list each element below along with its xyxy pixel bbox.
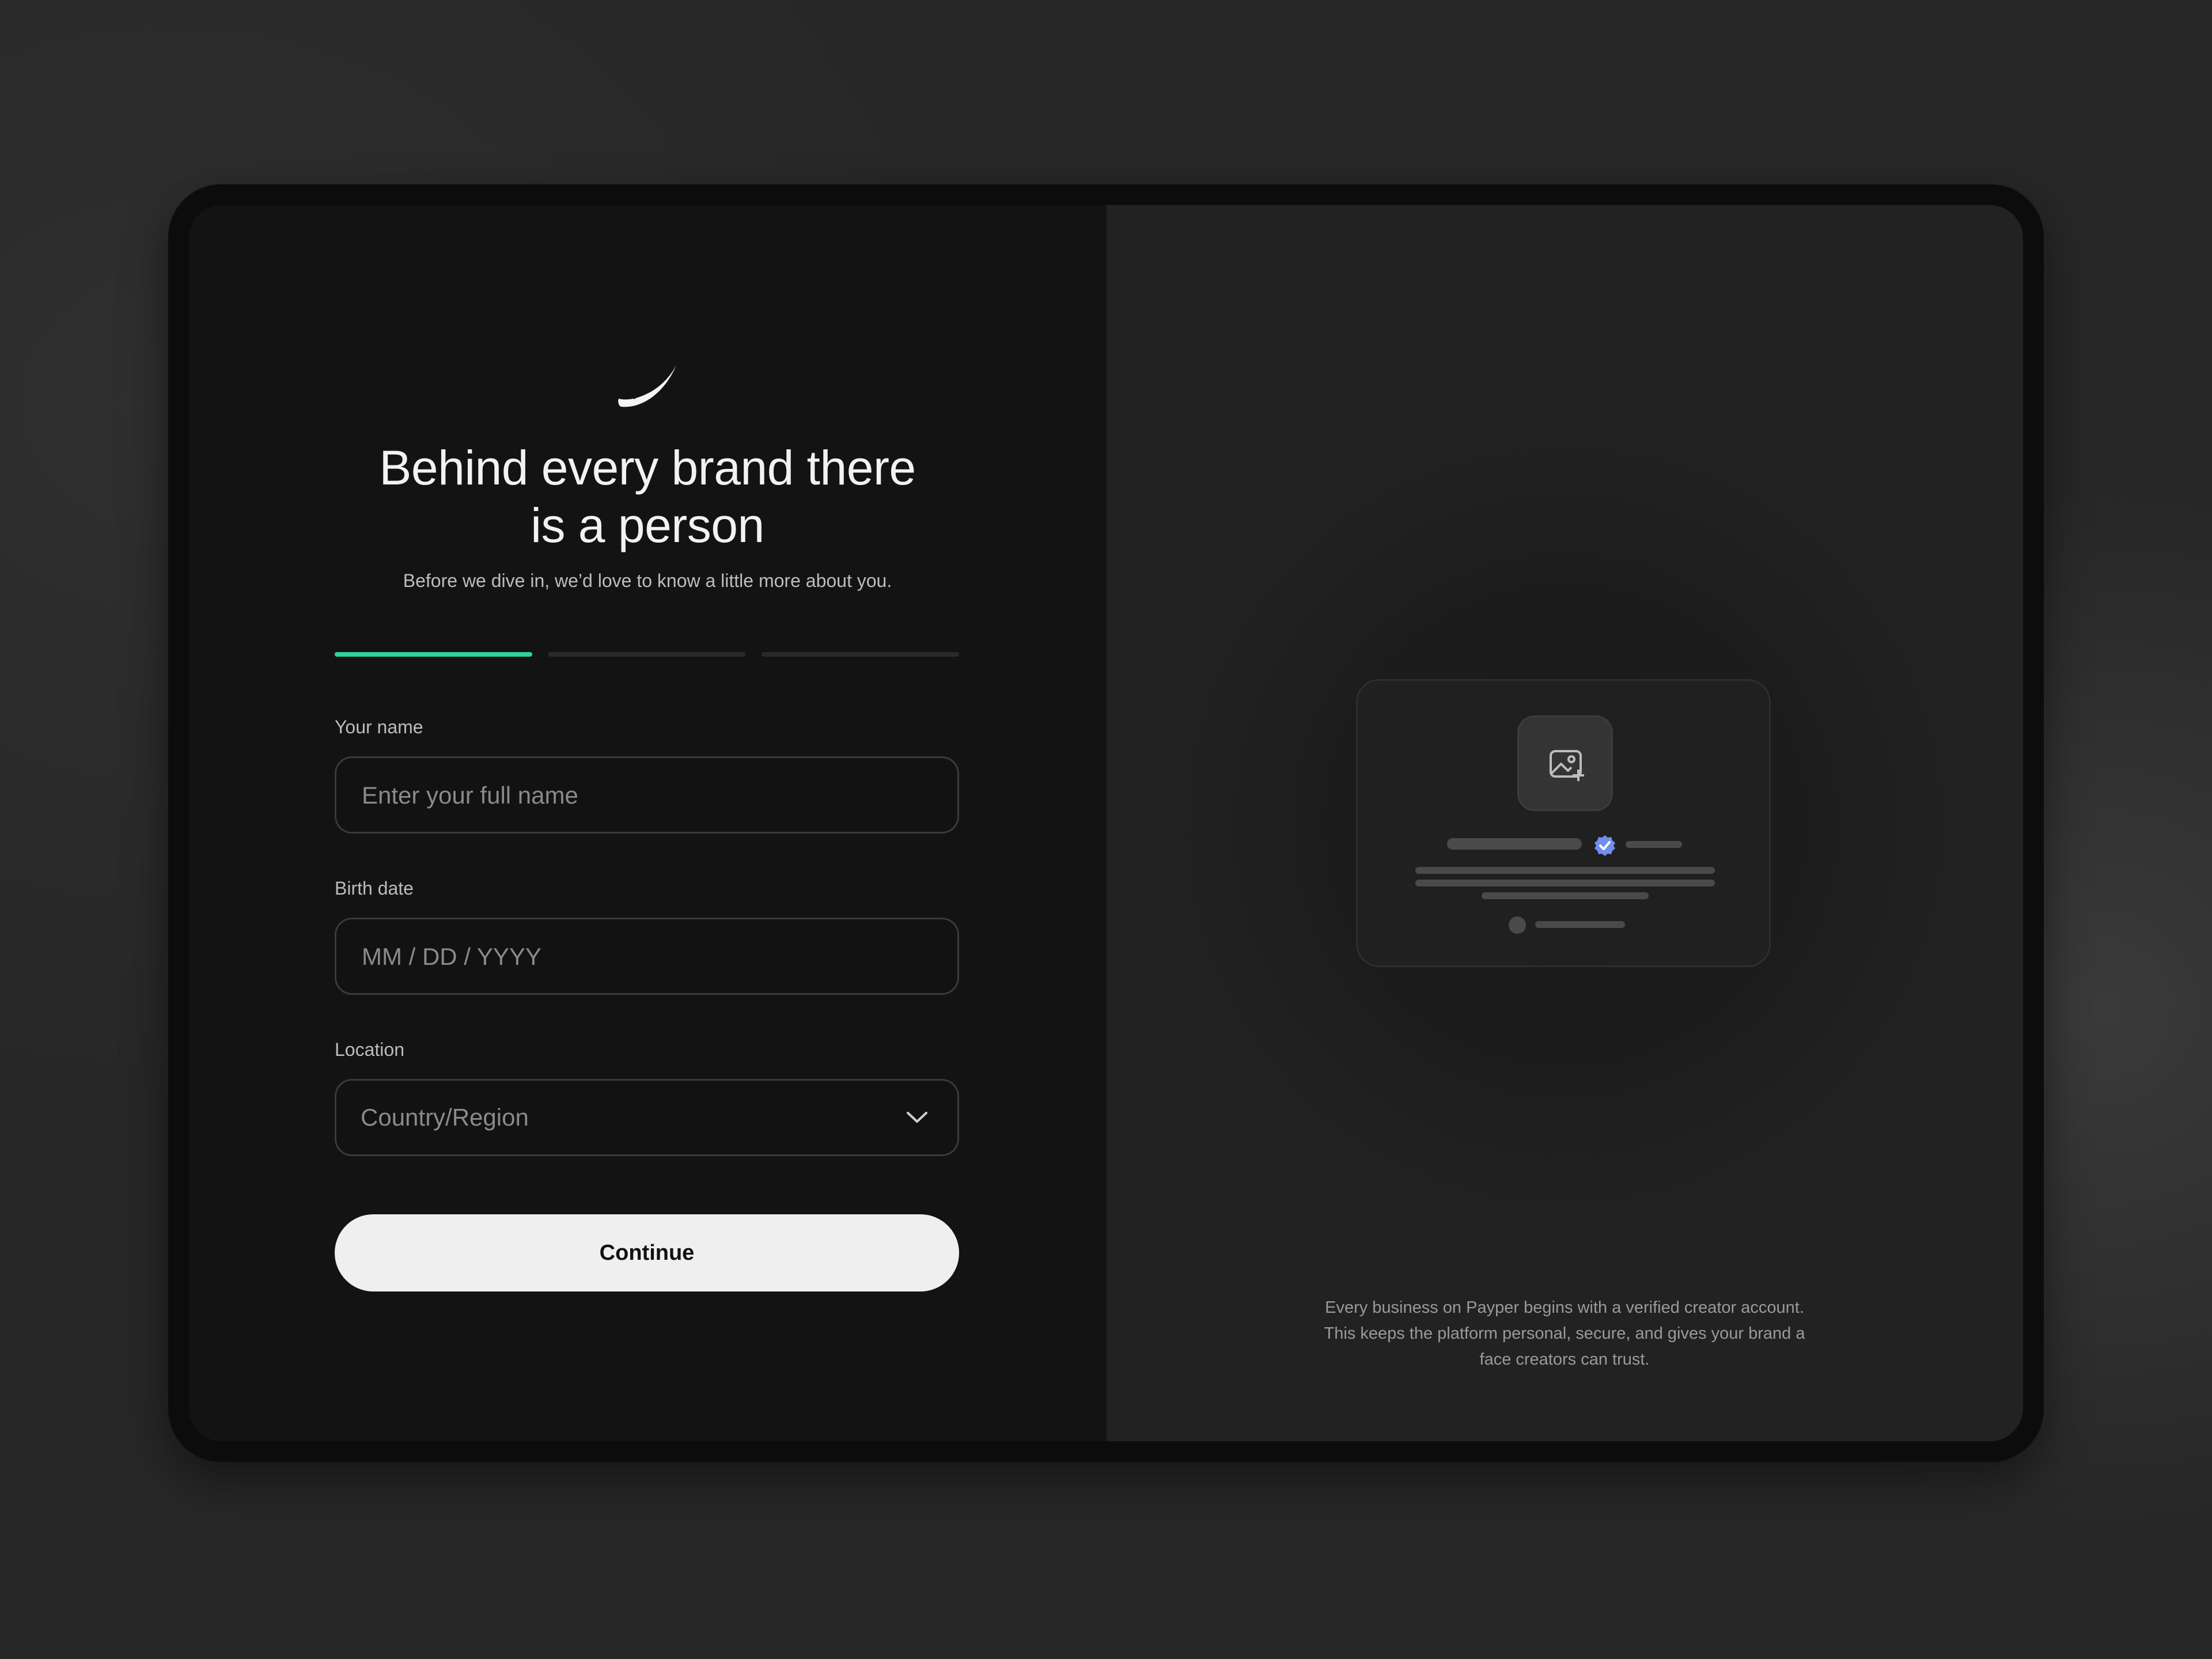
footnote-line-2: This keeps the platform personal, secure… xyxy=(1324,1324,1805,1343)
progress-step-2 xyxy=(548,652,746,657)
birth-date-field[interactable] xyxy=(335,918,959,995)
verification-footnote: Every business on Payper begins with a v… xyxy=(1277,1295,1853,1373)
meta-dot-placeholder xyxy=(1509,916,1526,934)
location-select-value: Country/Region xyxy=(361,1104,529,1131)
profile-handle-placeholder xyxy=(1626,841,1682,848)
page-title-line-2: is a person xyxy=(531,498,764,552)
footnote-line-3: face creators can trust. xyxy=(1479,1350,1650,1369)
meta-line-placeholder xyxy=(1535,921,1625,928)
feather-logo-icon xyxy=(618,365,676,407)
footnote-line-1: Every business on Payper begins with a v… xyxy=(1325,1298,1804,1317)
progress-step-3 xyxy=(762,652,960,657)
step-progress-bar xyxy=(335,652,960,657)
progress-step-1 xyxy=(335,652,532,657)
page-title-line-1: Behind every brand there xyxy=(379,441,916,495)
creator-profile-preview-card xyxy=(1356,679,1771,967)
page-subtitle: Before we dive in, we’d love to know a l… xyxy=(403,570,892,591)
bio-line-2-placeholder xyxy=(1415,880,1715,887)
continue-button[interactable]: Continue xyxy=(335,1214,959,1291)
chevron-down-icon xyxy=(907,1112,927,1123)
bio-line-3-placeholder xyxy=(1482,892,1649,899)
profile-image-upload[interactable] xyxy=(1517,715,1613,811)
profile-name-placeholder xyxy=(1447,838,1582,850)
location-select[interactable]: Country/Region xyxy=(335,1079,959,1156)
birth-date-label: Birth date xyxy=(335,878,414,899)
image-add-icon xyxy=(1550,750,1584,781)
page-title: Behind every brand there is a person xyxy=(302,439,993,554)
verified-badge-icon xyxy=(1594,835,1615,856)
bio-line-1-placeholder xyxy=(1415,867,1715,874)
name-label: Your name xyxy=(335,717,423,737)
birth-date-input[interactable] xyxy=(361,919,927,994)
location-label: Location xyxy=(335,1039,404,1060)
name-field[interactable] xyxy=(335,756,959,834)
name-input[interactable] xyxy=(361,758,927,833)
